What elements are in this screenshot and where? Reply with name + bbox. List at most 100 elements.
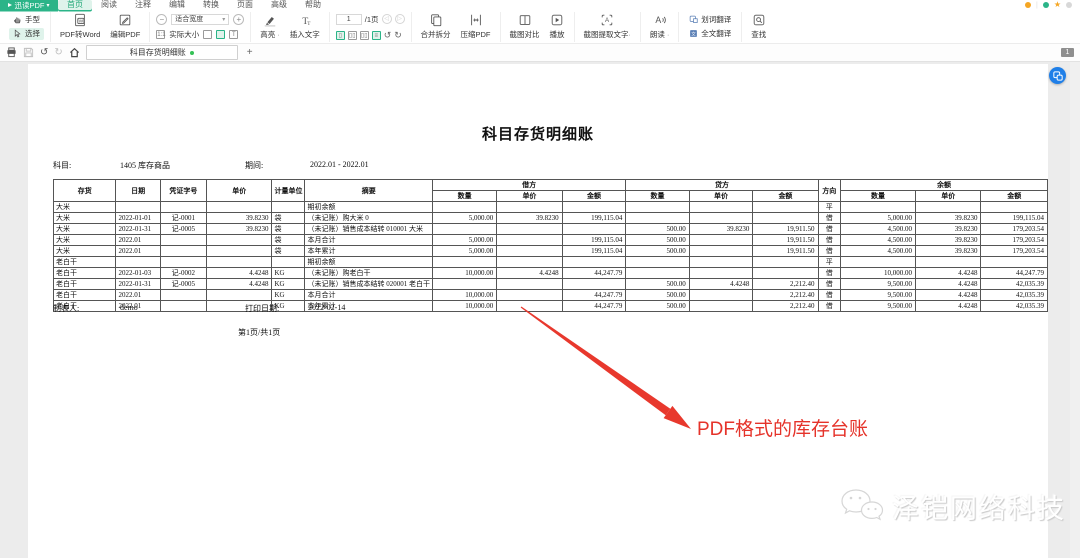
- tool-group-annotate: 高亮 · TT 插入文字: [251, 12, 329, 42]
- full-translate-button[interactable]: 文 全文翻译: [685, 28, 735, 40]
- highlight-button[interactable]: 高亮 ·: [257, 14, 282, 40]
- table-cell: （未记账）购老白干: [305, 268, 433, 279]
- vip-icon[interactable]: [1025, 2, 1031, 8]
- page-total-label: /1页: [365, 14, 379, 25]
- menu-tab-高级[interactable]: 高级: [262, 0, 296, 10]
- word-translate-button[interactable]: 划词翻译: [685, 14, 735, 26]
- document-tab[interactable]: 科目存货明细账: [86, 45, 238, 60]
- rotate-right-icon[interactable]: ↻: [394, 31, 402, 40]
- table-cell: 10,000.00: [432, 301, 496, 312]
- pdf-to-word-button[interactable]: W PDF转Word: [57, 13, 103, 40]
- menu-tab-阅读[interactable]: 阅读: [92, 0, 126, 10]
- print-date-label: 打印日期:: [245, 303, 279, 314]
- actual-size-icon[interactable]: 1:1: [156, 30, 165, 39]
- menu-tab-首页[interactable]: 首页: [58, 0, 92, 10]
- undo-icon[interactable]: ↺: [40, 48, 48, 58]
- compress-icon: [469, 13, 483, 27]
- table-cell: 2022-01-31: [116, 279, 160, 290]
- compress-pdf-label: 压缩PDF: [461, 29, 491, 40]
- table-cell: 记-0001: [160, 213, 206, 224]
- table-cell: 9,500.00: [841, 279, 916, 290]
- table-cell: 2022-01-31: [116, 224, 160, 235]
- table-cell: 老白干: [54, 290, 116, 301]
- next-page-button[interactable]: ▷: [395, 14, 405, 24]
- redo-icon[interactable]: ↻: [54, 48, 62, 58]
- book-view-icon[interactable]: ▯▯: [360, 31, 369, 40]
- table-cell: 199,115.04: [562, 235, 626, 246]
- screenshot-extract-button[interactable]: A 截图提取文字·: [581, 13, 634, 40]
- star-icon[interactable]: ★: [1054, 1, 1061, 9]
- continuous-view-icon[interactable]: ≡: [372, 31, 381, 40]
- table-cell: 期初余额: [305, 202, 433, 213]
- hand-tool-button[interactable]: 手型: [9, 14, 44, 26]
- home-icon[interactable]: [69, 47, 80, 58]
- table-cell: [626, 257, 689, 268]
- read-aloud-button[interactable]: A 朗读 ·: [647, 13, 672, 40]
- table-cell: 42,035.39: [981, 301, 1048, 312]
- scrollbar-track[interactable]: [1070, 62, 1080, 558]
- pdf-viewer[interactable]: 科目存货明细账 科目: 1405 库存商品 期间: 2022.01 - 2022…: [0, 62, 1080, 558]
- table-cell: 5,000.00: [841, 213, 916, 224]
- table-cell: 记-0005: [160, 224, 206, 235]
- col-header-price: 单价: [207, 180, 272, 202]
- edit-pdf-button[interactable]: 编辑PDF: [107, 13, 143, 40]
- fit-text-icon[interactable]: T: [229, 30, 238, 39]
- save-icon[interactable]: [23, 47, 34, 58]
- preparer-value: demo: [120, 303, 138, 312]
- table-row: 老白干2022-01-03记-00024.4248KG（未记账）购老白干10,0…: [54, 268, 1048, 279]
- table-cell: 4.4248: [915, 268, 980, 279]
- account-icon[interactable]: [1066, 2, 1072, 8]
- tool-group-zoom: − 适合宽度 ▾ + 1:1 实际大小 T: [150, 12, 251, 42]
- col-header-debit-price: 单价: [497, 191, 562, 202]
- menu-tab-帮助[interactable]: 帮助: [296, 0, 330, 10]
- table-cell: 借: [818, 224, 841, 235]
- table-cell: 4,500.00: [841, 235, 916, 246]
- compress-pdf-button[interactable]: 压缩PDF: [458, 13, 494, 40]
- prev-page-button[interactable]: ◁: [382, 14, 392, 24]
- menu-tab-编辑[interactable]: 编辑: [160, 0, 194, 10]
- word-translate-icon: [689, 15, 698, 24]
- table-cell: 179,203.54: [981, 246, 1048, 257]
- table-cell: [497, 202, 562, 213]
- table-cell: 借: [818, 213, 841, 224]
- table-cell: [207, 235, 272, 246]
- floating-translate-button[interactable]: [1049, 67, 1066, 84]
- screenshot-compare-button[interactable]: 截图对比: [507, 13, 543, 40]
- screenshot-extract-label: 截图提取文字·: [584, 29, 631, 40]
- play-button[interactable]: 播放: [547, 13, 568, 40]
- app-logo[interactable]: 迅读PDF ▾: [0, 0, 58, 10]
- table-cell: [562, 279, 626, 290]
- table-cell: 500.00: [626, 235, 689, 246]
- zoom-level-select[interactable]: 适合宽度 ▾: [171, 14, 229, 25]
- full-translate-label: 全文翻译: [701, 28, 731, 39]
- table-cell: 借: [818, 279, 841, 290]
- rotate-left-icon[interactable]: ↺: [384, 31, 392, 40]
- table-cell: 4.4248: [915, 301, 980, 312]
- two-page-view-icon[interactable]: ▯▯: [348, 31, 357, 40]
- chat-bubbles-icon: [838, 486, 884, 526]
- fit-width-icon[interactable]: [216, 30, 225, 39]
- col-header-debit-amount: 金额: [562, 191, 626, 202]
- single-page-view-icon[interactable]: ▯: [336, 31, 345, 40]
- find-button[interactable]: 查找: [748, 13, 769, 40]
- select-tool-button[interactable]: 选择: [9, 28, 44, 40]
- merge-split-button[interactable]: 合并拆分: [418, 13, 454, 40]
- zoom-out-button[interactable]: −: [156, 14, 167, 25]
- col-header-direction: 方向: [818, 180, 841, 202]
- table-cell: [626, 213, 689, 224]
- insert-text-button[interactable]: TT 插入文字: [287, 14, 323, 40]
- table-cell: 39.8230: [915, 246, 980, 257]
- table-cell: 袋: [272, 235, 305, 246]
- new-tab-button[interactable]: +: [244, 47, 256, 58]
- update-icon[interactable]: [1043, 2, 1049, 8]
- fit-page-icon[interactable]: [203, 30, 212, 39]
- print-icon[interactable]: [6, 47, 17, 58]
- table-cell: [626, 268, 689, 279]
- table-cell: [207, 246, 272, 257]
- table-cell: 39.8230: [915, 213, 980, 224]
- page-number-input[interactable]: 1: [336, 14, 362, 25]
- menu-tab-页面[interactable]: 页面: [228, 0, 262, 10]
- zoom-in-button[interactable]: +: [233, 14, 244, 25]
- menu-tab-转换[interactable]: 转换: [194, 0, 228, 10]
- menu-tab-注释[interactable]: 注释: [126, 0, 160, 10]
